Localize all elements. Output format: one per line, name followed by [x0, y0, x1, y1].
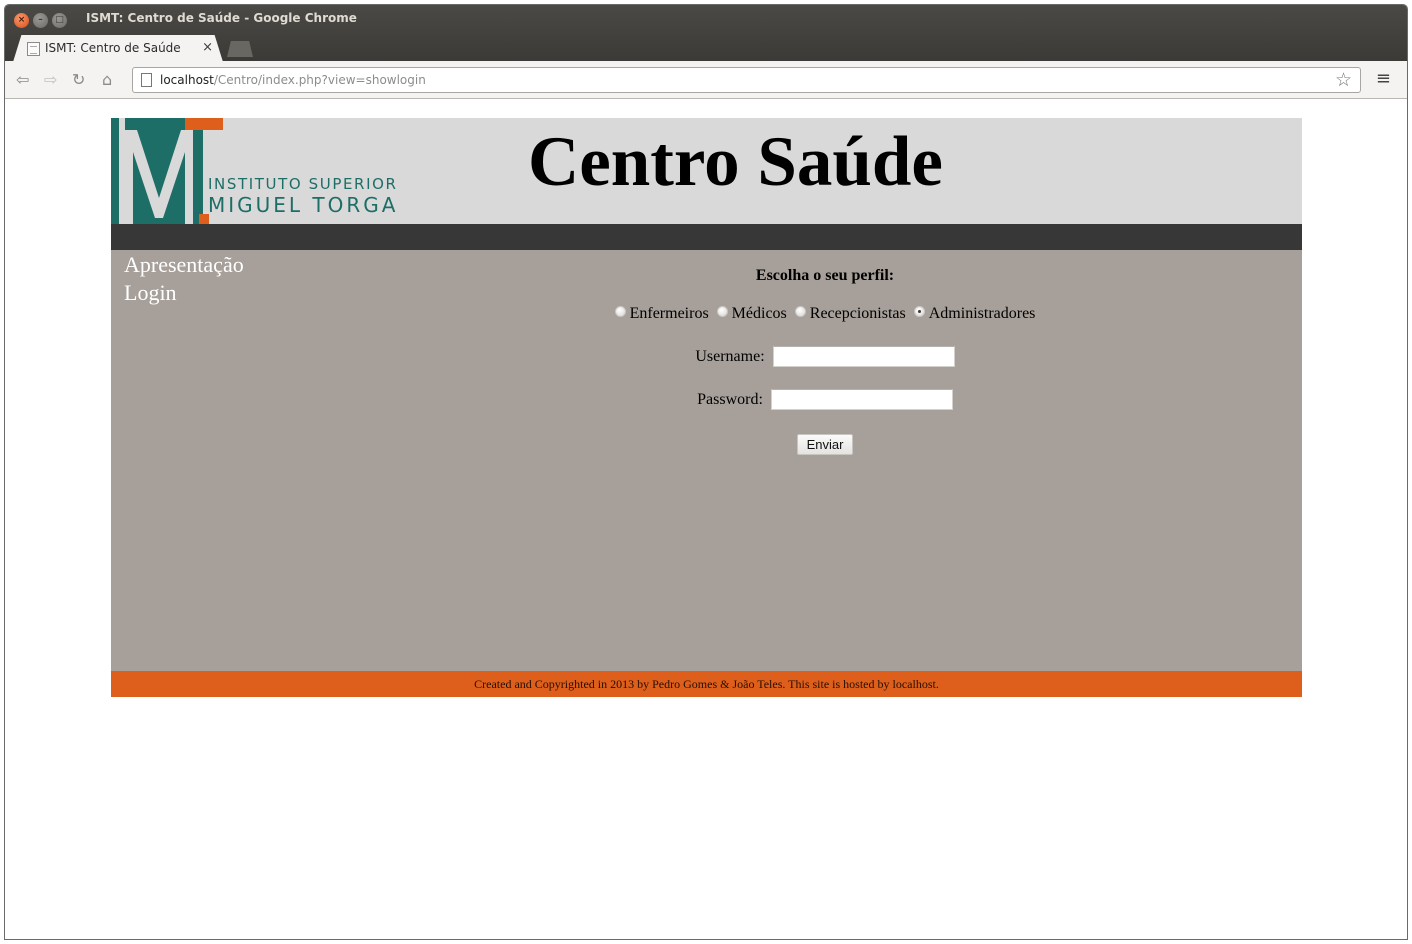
radio-administradores[interactable]	[913, 306, 925, 317]
logo-text-line1: INSTITUTO SUPERIOR	[208, 175, 398, 193]
window-minimize-icon[interactable]: –	[33, 13, 48, 28]
title-bar: × – □ ISMT: Centro de Saúde - Google Chr…	[5, 5, 1407, 62]
main-content: Apresentação Login Escolha o seu perfil:…	[111, 250, 1302, 671]
window-title: ISMT: Centro de Saúde - Google Chrome	[86, 11, 357, 25]
logo-text-line2: MIGUEL TORGA	[208, 193, 399, 217]
nav-bar	[111, 224, 1302, 250]
window-maximize-icon[interactable]: □	[52, 13, 67, 28]
username-label: Username:	[695, 347, 765, 365]
url-path: /Centro/index.php?view=showlogin	[213, 73, 426, 87]
radio-recepcionistas[interactable]	[794, 306, 806, 317]
browser-tab[interactable]: ISMT: Centro de Saúde ×	[13, 35, 223, 62]
radio-enfermeiros[interactable]	[614, 306, 626, 317]
browser-toolbar: ⇦ ⇨ ↻ ⌂ localhost/Centro/index.php?view=…	[5, 61, 1407, 99]
site-footer: Created and Copyrighted in 2013 by Pedro…	[111, 671, 1302, 697]
browser-window: × – □ ISMT: Centro de Saúde - Google Chr…	[4, 4, 1408, 940]
site-header: INSTITUTO SUPERIOR MIGUEL TORGA Centro S…	[111, 118, 1302, 224]
profile-option-enfermeiros[interactable]: Enfermeiros	[614, 305, 709, 323]
tab-close-icon[interactable]: ×	[202, 41, 213, 55]
sidebar-menu: Apresentação Login	[124, 251, 244, 307]
password-input[interactable]	[770, 389, 953, 410]
ismt-logo: INSTITUTO SUPERIOR MIGUEL TORGA	[111, 118, 411, 224]
radio-label: Administradores	[928, 305, 1036, 322]
profile-option-medicos[interactable]: Médicos	[716, 305, 787, 323]
site-container: INSTITUTO SUPERIOR MIGUEL TORGA Centro S…	[111, 118, 1302, 697]
username-input[interactable]	[772, 346, 955, 367]
submit-button[interactable]: Enviar	[797, 434, 853, 455]
page-favicon-icon	[27, 42, 40, 56]
profile-radio-group: Enfermeiros Médicos Recepcionistas Admin…	[529, 305, 1121, 323]
back-arrow-icon[interactable]: ⇦	[16, 71, 29, 89]
sidebar-item-login[interactable]: Login	[124, 279, 244, 307]
profile-option-recepcionistas[interactable]: Recepcionistas	[794, 305, 906, 323]
address-bar[interactable]: localhost/Centro/index.php?view=showlogi…	[132, 67, 1361, 93]
sidebar-item-apresentacao[interactable]: Apresentação	[124, 251, 244, 279]
radio-medicos[interactable]	[716, 306, 728, 317]
forward-arrow-icon[interactable]: ⇨	[44, 71, 57, 89]
radio-label: Médicos	[731, 305, 787, 322]
window-close-icon[interactable]: ×	[14, 13, 29, 28]
ismt-logo-mark-icon	[111, 118, 223, 224]
site-title: Centro Saúde	[528, 123, 943, 201]
bookmark-star-icon[interactable]: ☆	[1335, 69, 1352, 91]
profile-option-administradores[interactable]: Administradores	[913, 305, 1036, 323]
url-text[interactable]: localhost/Centro/index.php?view=showlogi…	[160, 73, 426, 87]
page-viewport: INSTITUTO SUPERIOR MIGUEL TORGA Centro S…	[5, 100, 1407, 939]
radio-label: Enfermeiros	[629, 305, 709, 322]
profile-heading: Escolha o seu perfil:	[755, 267, 895, 284]
password-row: Password:	[529, 389, 1121, 410]
menu-hamburger-icon[interactable]: ≡	[1376, 70, 1391, 88]
url-host: localhost	[160, 73, 214, 87]
password-label: Password:	[697, 390, 763, 408]
home-icon[interactable]: ⌂	[102, 71, 112, 89]
username-row: Username:	[529, 346, 1121, 367]
page-icon	[141, 73, 152, 87]
tab-title: ISMT: Centro de Saúde	[45, 41, 181, 55]
reload-icon[interactable]: ↻	[72, 71, 85, 89]
new-tab-button[interactable]	[227, 41, 253, 57]
radio-label: Recepcionistas	[809, 305, 906, 322]
